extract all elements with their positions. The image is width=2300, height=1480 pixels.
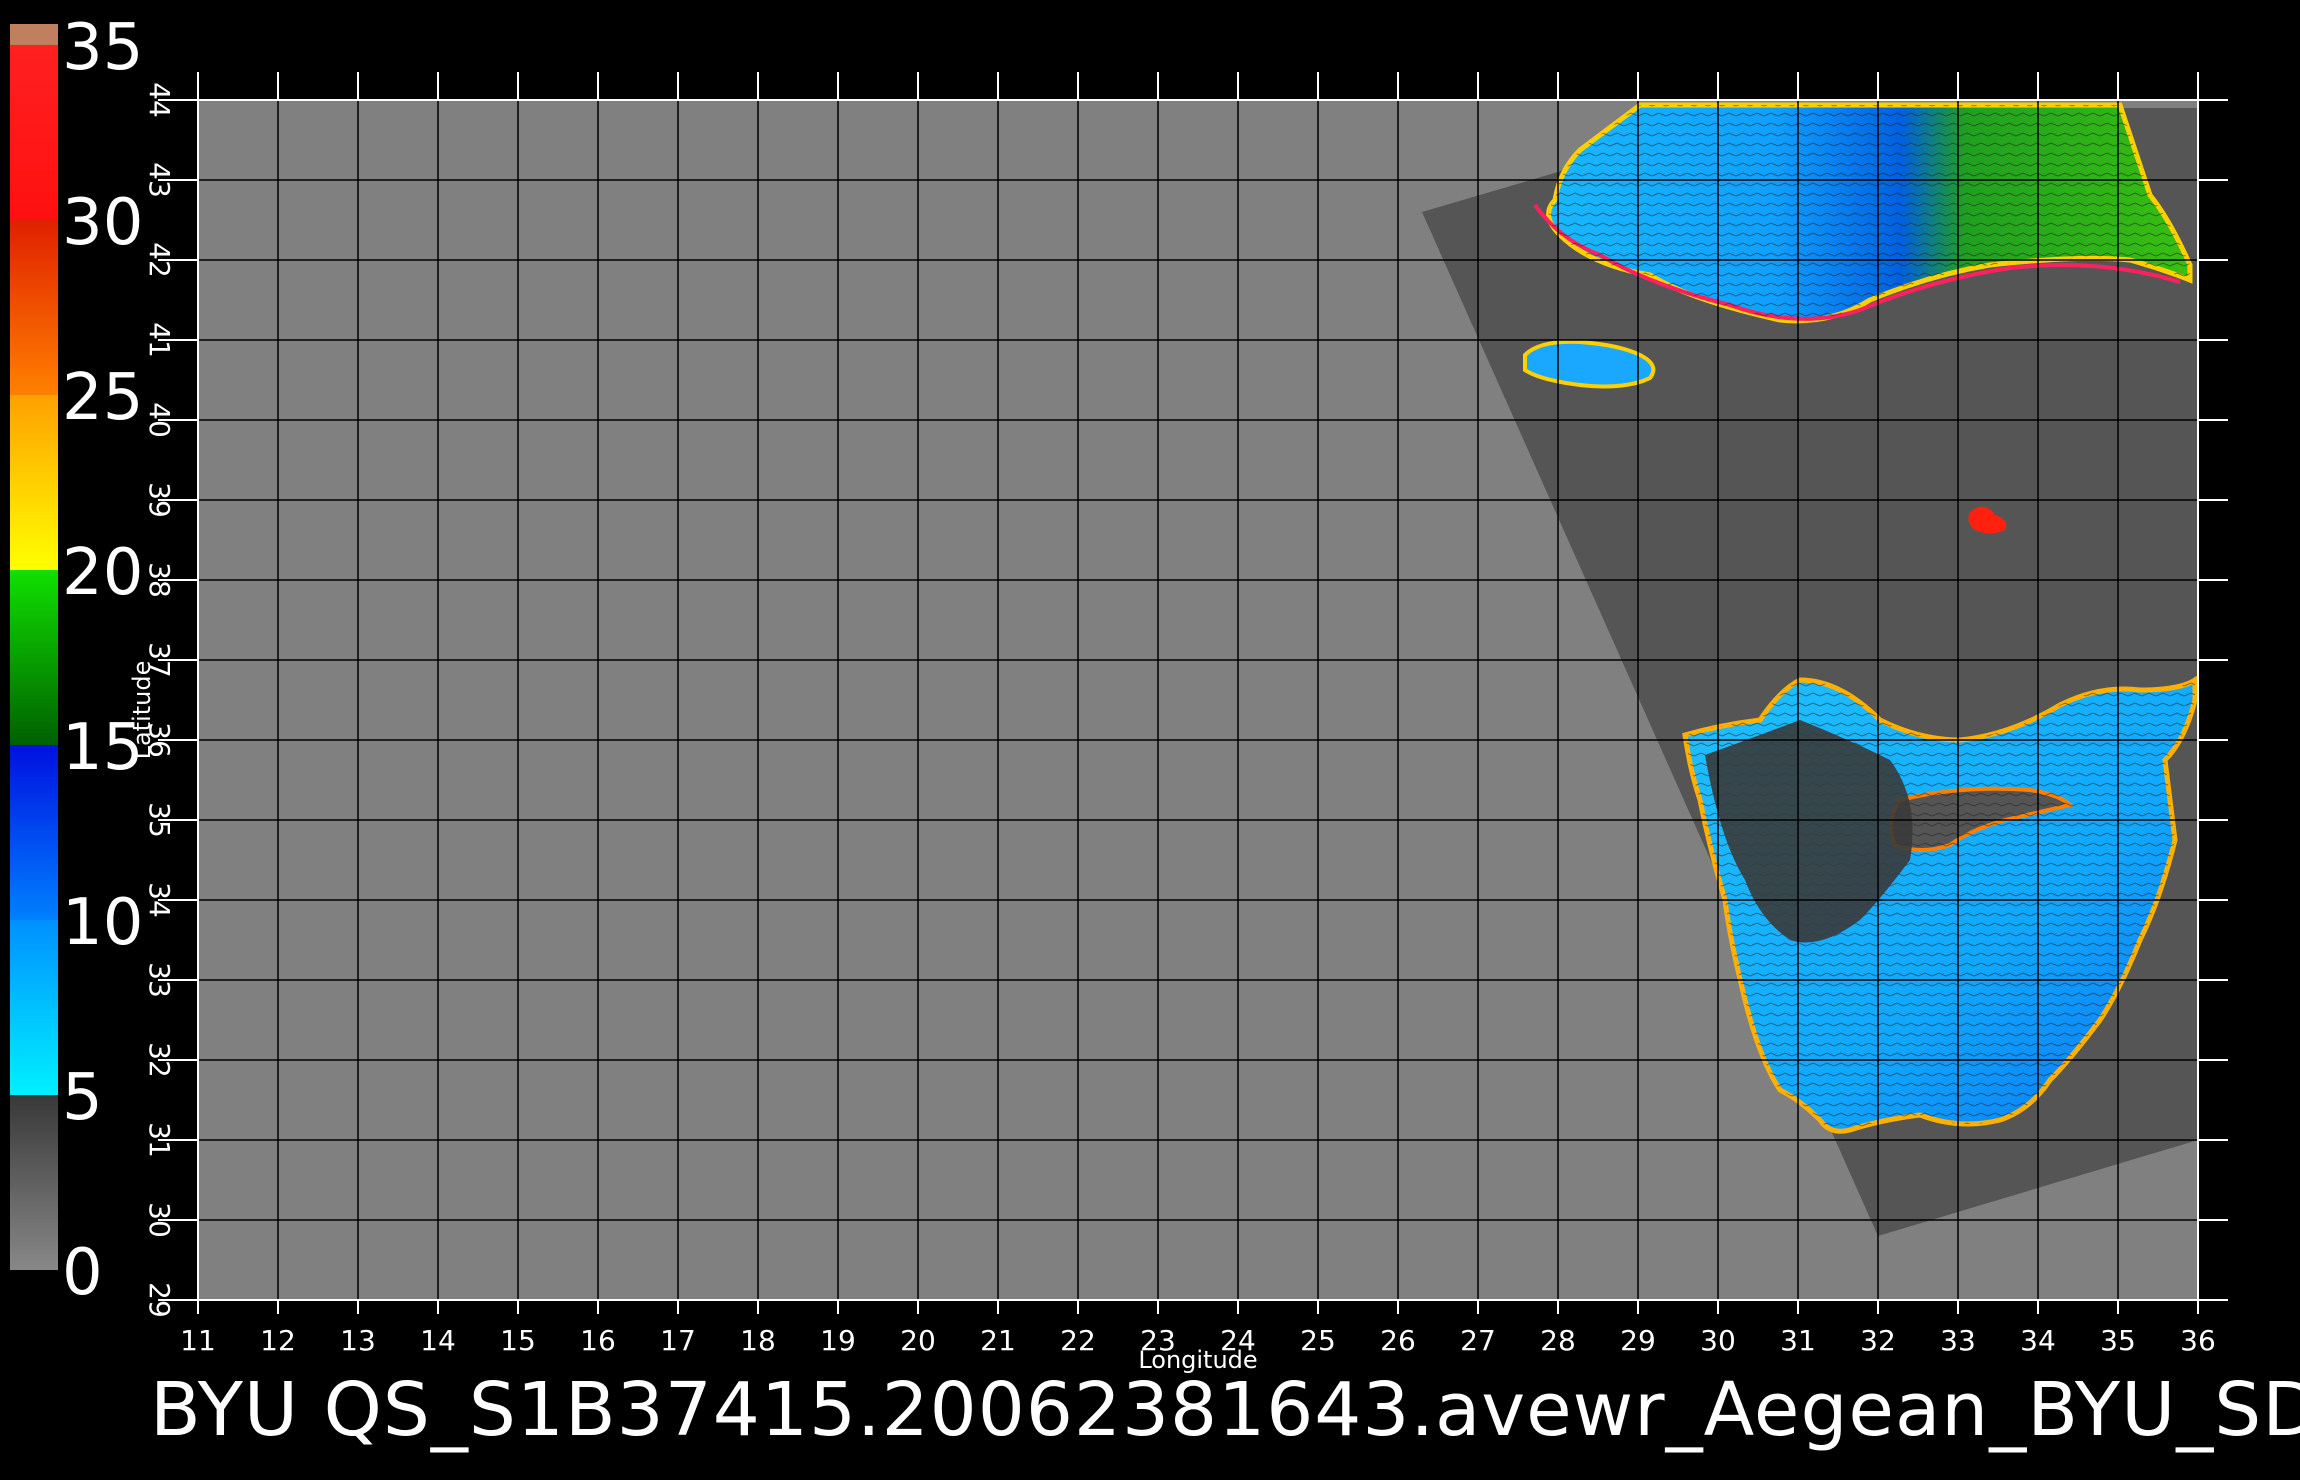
lon-tick-label: 11 bbox=[180, 1324, 216, 1357]
lon-tick-label: 31 bbox=[1780, 1324, 1816, 1357]
colorbar-label: 30 bbox=[62, 186, 143, 260]
lon-tick-label: 13 bbox=[340, 1324, 376, 1357]
lon-tick-label: 12 bbox=[260, 1324, 296, 1357]
lat-tick-label: 30 bbox=[143, 1202, 176, 1238]
lat-tick-label: 39 bbox=[143, 482, 176, 518]
lon-tick-label: 29 bbox=[1620, 1324, 1656, 1357]
lon-tick-label: 22 bbox=[1060, 1324, 1096, 1357]
lon-tick-label: 26 bbox=[1380, 1324, 1416, 1357]
y-axis-title: Latitude bbox=[128, 661, 156, 760]
colorbar-segment bbox=[10, 570, 58, 745]
lat-tick-label: 32 bbox=[143, 1042, 176, 1078]
lon-tick-label: 15 bbox=[500, 1324, 536, 1357]
lon-tick-label: 17 bbox=[660, 1324, 696, 1357]
lon-tick-label: 34 bbox=[2020, 1324, 2056, 1357]
lat-tick-label: 34 bbox=[143, 882, 176, 918]
lon-tick-label: 28 bbox=[1540, 1324, 1576, 1357]
lon-tick-label: 20 bbox=[900, 1324, 936, 1357]
lat-tick-label: 42 bbox=[143, 242, 176, 278]
colorbar-label: 35 bbox=[62, 11, 143, 85]
colorbar-label: 25 bbox=[62, 361, 143, 435]
lon-tick-label: 18 bbox=[740, 1324, 776, 1357]
colorbar-label: 0 bbox=[62, 1236, 103, 1310]
lat-tick-label: 40 bbox=[143, 402, 176, 438]
caption: BYU QS_S1B37415.20062381643.avewr_Aegean… bbox=[150, 1367, 2300, 1453]
lon-tick-label: 19 bbox=[820, 1324, 856, 1357]
lon-tick-label: 21 bbox=[980, 1324, 1016, 1357]
lat-tick-label: 43 bbox=[143, 162, 176, 198]
lat-tick-label: 44 bbox=[143, 82, 176, 118]
colorbar-segment bbox=[10, 1095, 58, 1270]
colorbar-segment bbox=[10, 220, 58, 395]
lat-tick-label: 33 bbox=[143, 962, 176, 998]
lon-tick-label: 27 bbox=[1460, 1324, 1496, 1357]
colorbar-segment bbox=[10, 24, 58, 45]
colorbar bbox=[10, 24, 58, 1270]
lon-tick-label: 36 bbox=[2180, 1324, 2216, 1357]
lon-tick-label: 33 bbox=[1940, 1324, 1976, 1357]
lat-tick-label: 38 bbox=[143, 562, 176, 598]
colorbar-label: 5 bbox=[62, 1061, 103, 1135]
lat-tick-label: 41 bbox=[143, 322, 176, 358]
lat-tick-label: 31 bbox=[143, 1122, 176, 1158]
lon-tick-label: 32 bbox=[1860, 1324, 1896, 1357]
lon-tick-label: 30 bbox=[1700, 1324, 1736, 1357]
lon-tick-label: 25 bbox=[1300, 1324, 1336, 1357]
lat-tick-label: 29 bbox=[143, 1282, 176, 1318]
wind-speed-map: 35302520151050 11 12 13 14 15 16 17 18 19 20 21 22 2… bbox=[10, 11, 2300, 1453]
colorbar-segment bbox=[10, 45, 58, 220]
lat-tick-label: 35 bbox=[143, 802, 176, 838]
colorbar-segment bbox=[10, 920, 58, 1095]
colorbar-segment bbox=[10, 745, 58, 920]
colorbar-label: 10 bbox=[62, 886, 143, 960]
colorbar-segment bbox=[10, 395, 58, 570]
lon-tick-label: 14 bbox=[420, 1324, 456, 1357]
colorbar-label: 20 bbox=[62, 536, 143, 610]
colorbar-labels: 35302520151050 bbox=[62, 11, 143, 1310]
lon-tick-label: 35 bbox=[2100, 1324, 2136, 1357]
lon-tick-label: 16 bbox=[580, 1324, 616, 1357]
